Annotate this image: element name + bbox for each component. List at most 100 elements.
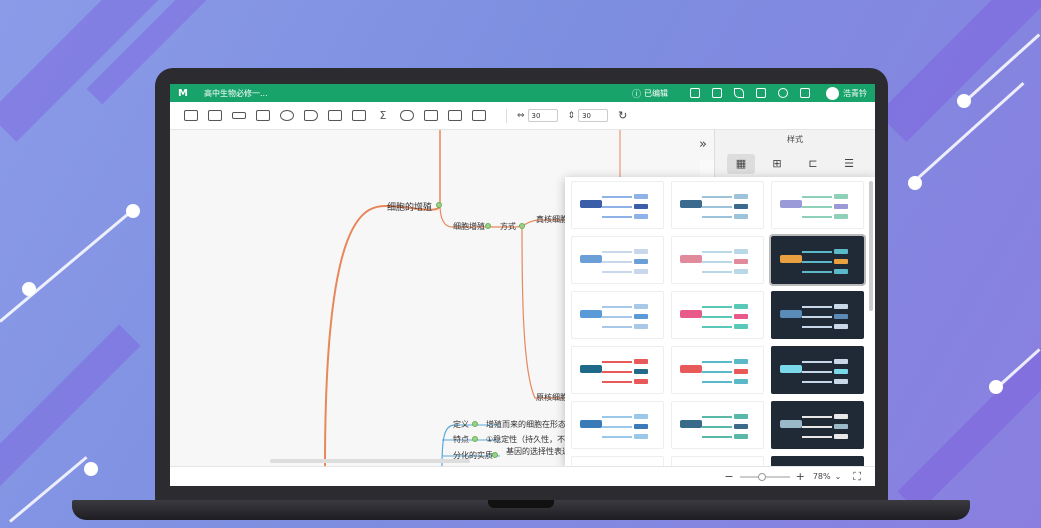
topic-eukaryotic[interactable]: 真核细胞 [536,214,568,225]
topic-definition[interactable]: 定义 [453,419,469,430]
theme-preview-leaf [634,249,648,254]
theme-option[interactable] [571,291,664,339]
zoom-slider[interactable] [739,472,790,481]
structure-tab-icon[interactable]: ⊞ [763,154,791,174]
theme-option[interactable] [571,346,664,394]
image-export-icon[interactable] [712,88,722,98]
share-icon[interactable] [778,88,788,98]
branch-tab-icon[interactable]: ⊏ [799,154,827,174]
theme-preview-branch [702,316,732,318]
refresh-icon[interactable]: ↻ [618,109,627,122]
theme-preview-branch [802,251,832,253]
horizontal-scrollbar[interactable] [270,459,470,463]
theme-preview-leaf [834,379,848,384]
topic-feature[interactable]: 特点 [453,434,469,445]
chevron-down-icon[interactable]: ⌄ [835,472,842,481]
theme-preview-branch [802,326,832,328]
theme-preview-root [580,365,602,373]
theme-option[interactable] [771,401,864,449]
collapse-toggle-icon[interactable] [485,223,491,229]
theme-option[interactable] [671,456,764,466]
theme-option[interactable] [671,291,764,339]
theme-tab-icon[interactable]: ▦ [727,154,755,174]
theme-preview-leaf [834,314,848,319]
theme-option[interactable] [671,236,764,284]
collapse-toggle-icon[interactable] [492,452,498,458]
topic-method[interactable]: 方式 [500,221,516,232]
add-sibling-topic-icon[interactable] [208,110,222,121]
theme-preview-branch [802,371,832,373]
formula-icon[interactable]: Σ [376,110,390,121]
topic-cell-division[interactable]: 细胞的增殖 [387,200,432,213]
add-child-topic-icon[interactable] [184,110,198,121]
theme-option[interactable] [671,181,764,229]
collapse-toggle-icon[interactable] [436,202,442,208]
collapse-panel-icon[interactable]: » [692,130,714,160]
theme-preview-branch [702,306,732,308]
theme-preview-leaf [634,304,648,309]
relationship-icon[interactable] [256,110,270,121]
info-icon: ⓘ [631,89,641,100]
theme-option[interactable] [771,456,864,466]
theme-option[interactable] [571,236,664,284]
zoom-out-icon[interactable]: − [724,470,733,483]
theme-preview-branch [702,206,732,208]
theme-preview-leaf [734,424,748,429]
outline-icon[interactable] [472,110,486,121]
theme-option[interactable] [671,401,764,449]
username[interactable]: 浩青钤 [843,88,867,99]
label-icon[interactable] [304,110,318,121]
theme-preview-branch [702,426,732,428]
vertical-spacing-input[interactable] [578,109,609,122]
comment-icon[interactable] [280,110,294,121]
document-title[interactable]: 高中生物必修一... [204,88,268,99]
topic-essence-text[interactable]: 基因的选择性表达 [506,446,570,457]
image-icon[interactable] [352,110,366,121]
theme-preview-branch [602,381,632,383]
fullscreen-icon[interactable]: ⛶ [853,470,861,484]
horizontal-spacing-input[interactable] [527,109,558,122]
history-icon[interactable] [800,88,810,98]
send-icon[interactable] [734,88,744,98]
theme-preview-leaf [634,414,648,419]
app-logo-icon[interactable]: M [178,88,192,99]
theme-preview-leaf [734,324,748,329]
theme-option[interactable] [671,346,764,394]
pen-icon[interactable] [424,110,438,121]
theme-preview-leaf [734,214,748,219]
theme-preview-leaf [834,304,848,309]
theme-option[interactable] [771,346,864,394]
theme-option[interactable] [571,401,664,449]
add-parent-topic-icon[interactable] [232,112,246,119]
topic-cell-proliferation[interactable]: 细胞增殖 [453,221,485,232]
save-icon[interactable] [690,88,700,98]
theme-option[interactable] [571,456,664,466]
avatar[interactable] [826,86,839,100]
theme-preview-branch [602,436,632,438]
popup-scrollbar[interactable] [869,181,873,311]
zoom-in-icon[interactable]: + [796,470,805,483]
collapse-toggle-icon[interactable] [519,223,525,229]
theme-option[interactable] [571,181,664,229]
note-icon[interactable] [448,110,462,121]
theme-preview-branch [702,216,732,218]
zoom-slider-knob[interactable] [757,472,766,481]
collapse-toggle-icon[interactable] [472,421,478,427]
zoom-level[interactable]: 78% [813,472,831,481]
list-tab-icon[interactable]: ☰ [835,154,863,174]
theme-preview-root [580,255,602,263]
link-icon[interactable] [400,110,414,121]
theme-preview-root [580,420,602,428]
theme-preview-branch [702,416,732,418]
export-icon[interactable] [756,88,766,98]
theme-option[interactable] [771,291,864,339]
theme-preview-branch [802,316,832,318]
summary-icon[interactable] [328,110,342,121]
theme-grid [565,177,875,466]
topic-prokaryotic[interactable]: 原核细胞 [536,392,568,403]
collapse-toggle-icon[interactable] [472,436,478,442]
theme-option[interactable] [769,234,866,286]
theme-preview-root [580,310,602,318]
app-screen: M 高中生物必修一... ⓘ 已编辑 浩青钤 Σ ⇔ ⇕ ↻ [170,84,875,486]
theme-option[interactable] [771,181,864,229]
